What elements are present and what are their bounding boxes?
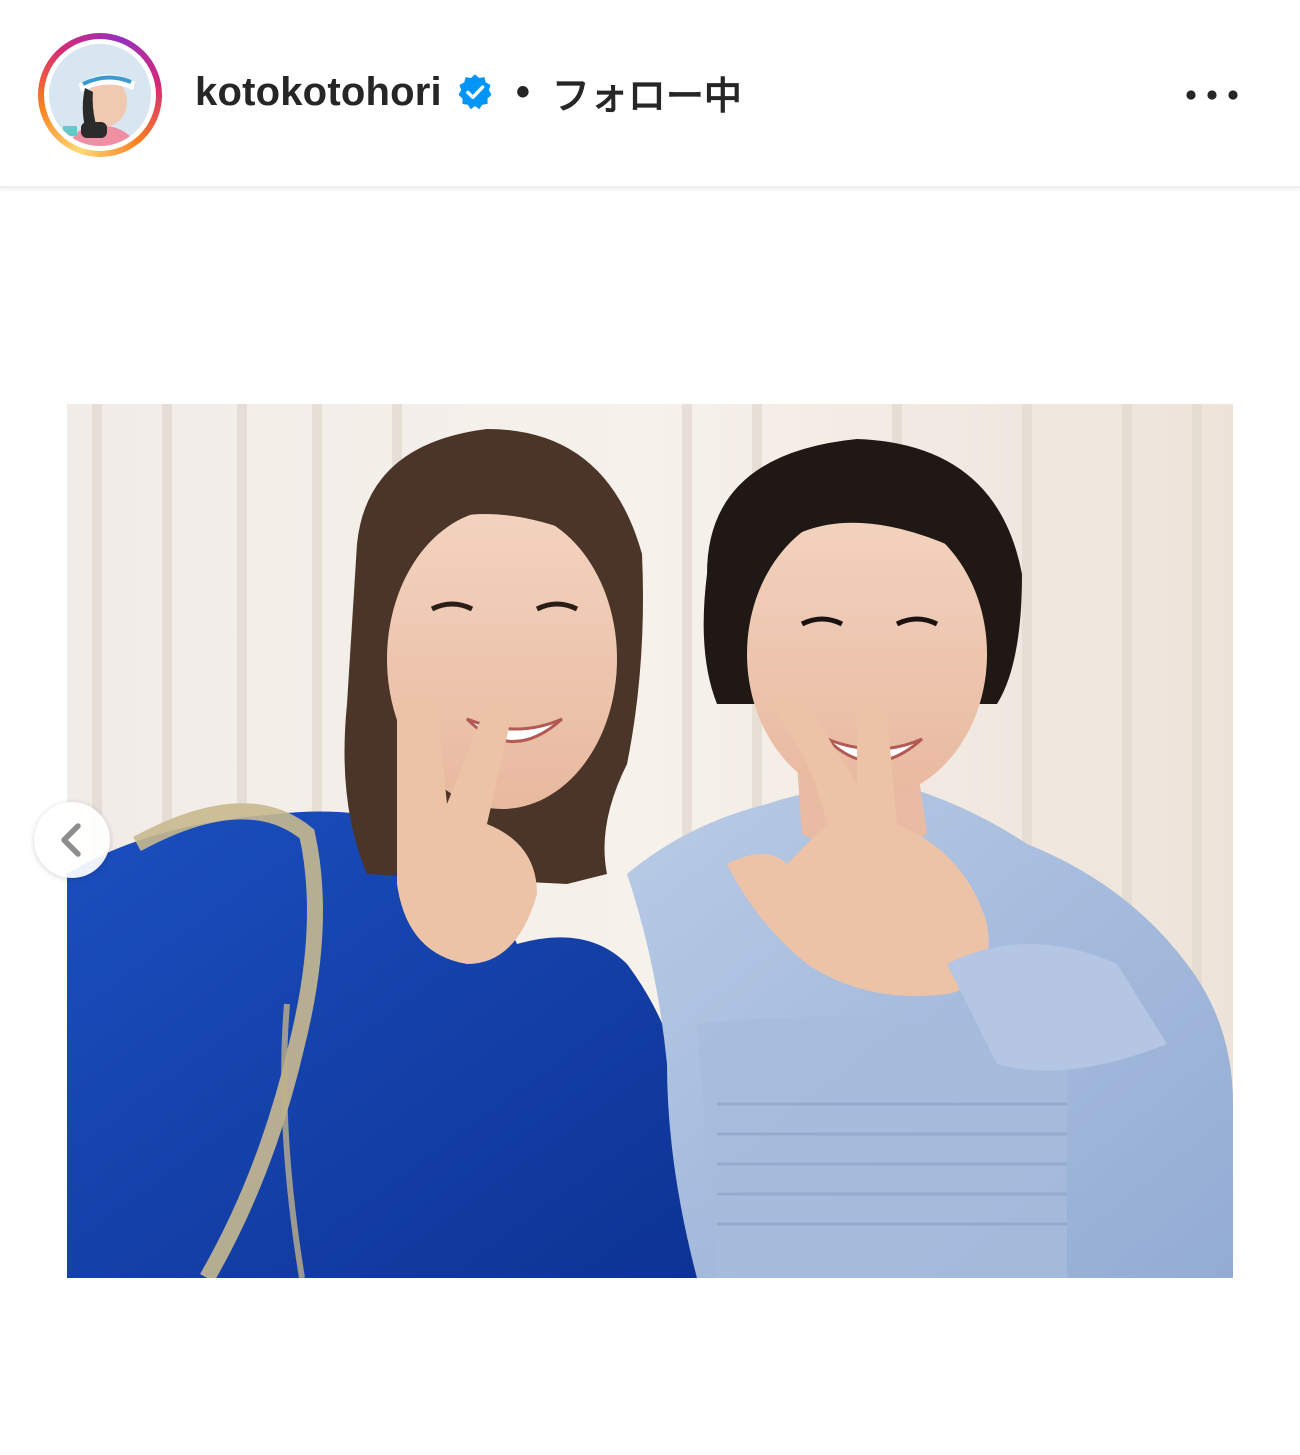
username-row: kotokotohori • フォロー中 bbox=[195, 64, 742, 120]
separator-dot: • bbox=[515, 69, 530, 114]
chevron-left-icon bbox=[61, 823, 81, 857]
verified-badge-icon bbox=[456, 73, 494, 111]
instagram-post: kotokotohori • フォロー中 bbox=[0, 0, 1300, 1455]
avatar[interactable] bbox=[49, 44, 151, 146]
avatar-photo bbox=[49, 44, 151, 146]
more-options-icon[interactable] bbox=[1183, 82, 1243, 108]
following-button[interactable]: フォロー中 bbox=[552, 65, 742, 120]
username-link[interactable]: kotokotohori bbox=[195, 70, 442, 115]
post-header: kotokotohori • フォロー中 bbox=[0, 0, 1300, 188]
post-image bbox=[67, 404, 1233, 1278]
previous-slide-button[interactable] bbox=[34, 802, 110, 878]
story-ring[interactable] bbox=[38, 33, 162, 157]
post-photo[interactable] bbox=[67, 404, 1233, 1278]
